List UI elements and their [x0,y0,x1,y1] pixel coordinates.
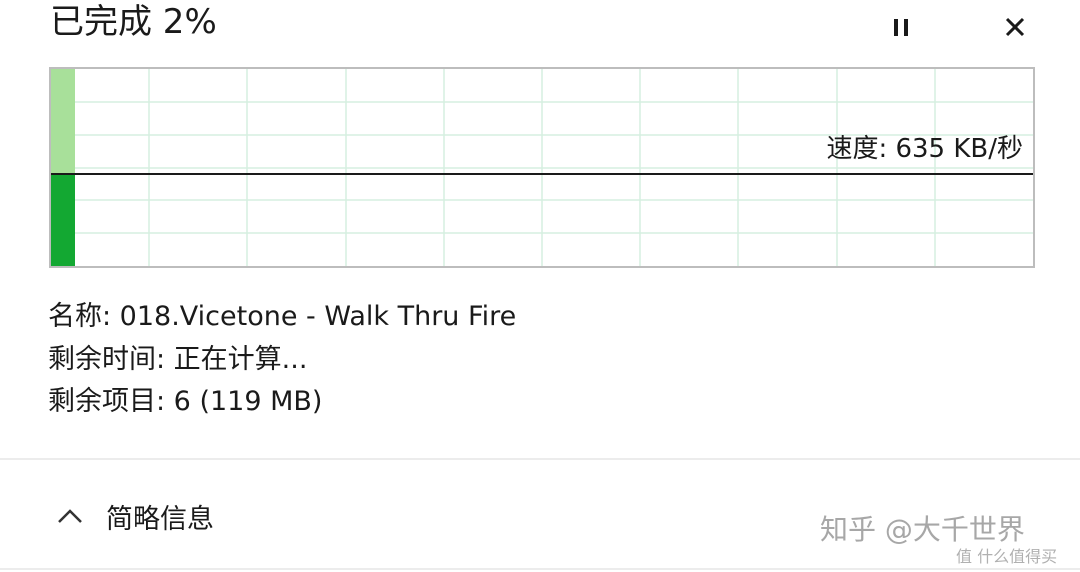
fewer-details-label: 简略信息 [106,503,214,535]
chevron-up-icon [58,509,82,523]
time-remaining-line: 剩余时间: 正在计算... [48,344,308,375]
bottom-divider [0,568,1080,570]
progress-title: 已完成 2% [50,2,217,42]
pause-icon [894,18,898,36]
speed-graph: 速度: 635 KB/秒 [49,67,1035,268]
items-remaining-line: 剩余项目: 6 (119 MB) [48,386,323,417]
watermark: 知乎 @大千世界 [820,513,1025,546]
close-button[interactable] [998,10,1032,44]
footer-divider [0,458,1080,460]
fewer-details-button[interactable]: 简略信息 [56,492,214,540]
watermark-small: 值 什么值得买 [956,547,1058,566]
speed-graph-canvas [51,69,1033,266]
progress-fill-dark [51,174,75,266]
speed-label: 速度: 635 KB/秒 [826,134,1023,164]
file-name-line: 名称: 018.Vicetone - Walk Thru Fire [48,301,517,332]
close-icon [1005,17,1025,37]
copy-progress-dialog: 已完成 2% 速度: 635 KB/秒 名称: 018.Vicetone - W… [0,0,1080,572]
progress-fill-light [51,69,75,174]
graph-grid [51,69,1033,266]
pause-button[interactable] [884,10,918,44]
